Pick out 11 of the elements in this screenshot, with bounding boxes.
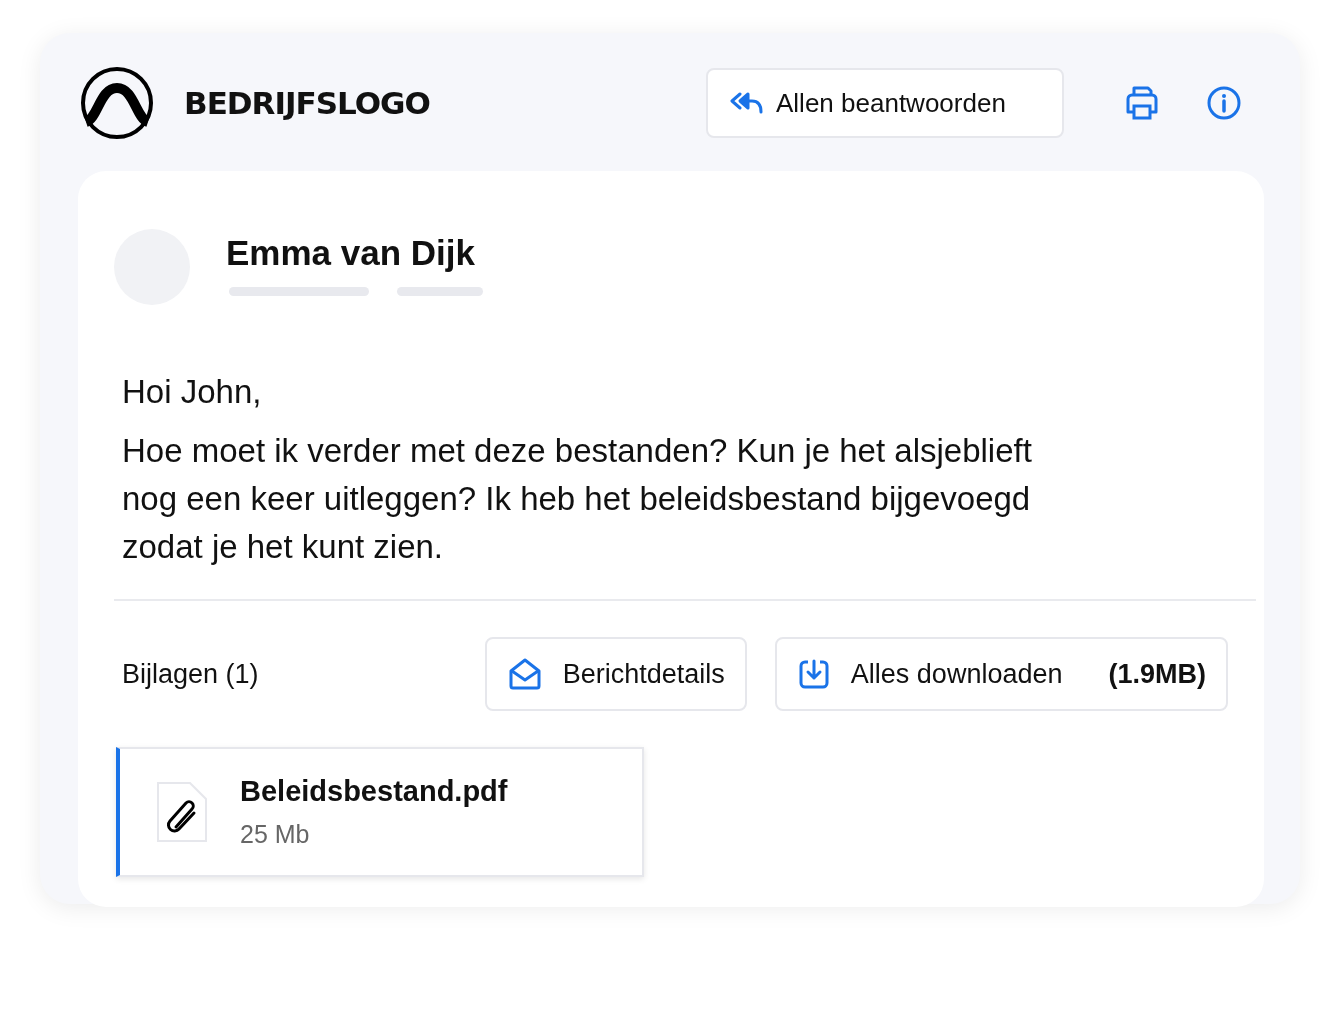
message-text: Hoe moet ik verder met deze bestanden? Kun je het alsjeblieft nog een keer uitleggen? Ik heb het beleidsbestand bijgevoegd zodat je het kunt zien.	[122, 431, 1033, 567]
attachment-item[interactable]: Beleidsbestand.pdf 25 Mb	[116, 747, 644, 877]
download-all-button[interactable]: Alles downloaden (1.9MB)	[774, 637, 1228, 711]
greeting-text: Hoi John,	[122, 373, 263, 411]
sender-name: Emma van Dijk	[226, 233, 476, 273]
attachments-label: Bijlagen (1)	[122, 658, 260, 690]
message-details-button[interactable]: Berichtdetails	[484, 637, 747, 711]
reply-all-button[interactable]: Allen beantwoorden	[706, 68, 1064, 138]
logo-text: BEDRIJFSLOGO	[184, 85, 430, 121]
file-size: 25 Mb	[240, 820, 311, 849]
file-name: Beleidsbestand.pdf	[240, 775, 508, 808]
